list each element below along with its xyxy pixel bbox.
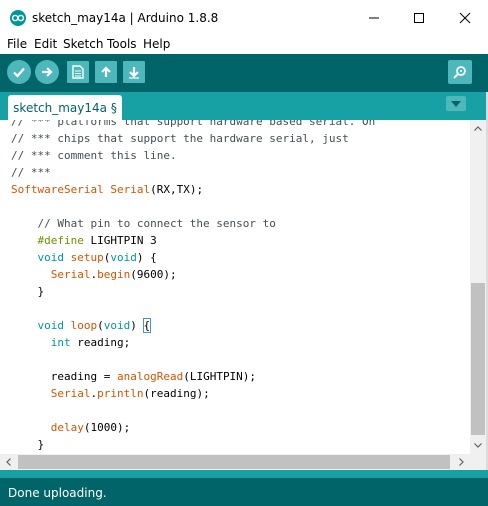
vertical-scroll-thumb[interactable] xyxy=(471,283,485,435)
upload-button[interactable] xyxy=(35,60,59,84)
save-icon xyxy=(129,67,139,79)
vertical-scrollbar[interactable] xyxy=(470,120,486,454)
scroll-corner xyxy=(470,454,486,470)
scroll-left-button[interactable] xyxy=(0,454,17,470)
close-icon xyxy=(459,12,471,23)
open-button[interactable] xyxy=(95,61,117,83)
code-line: // *** comment this line. xyxy=(11,149,177,162)
toolbar xyxy=(0,54,488,92)
maximize-button[interactable] xyxy=(396,0,442,35)
tab-menu-button[interactable] xyxy=(446,96,466,111)
status-message: Done uploading. xyxy=(8,486,107,500)
chevron-down-icon xyxy=(451,100,461,107)
tab-bar: sketch_may14a § xyxy=(0,92,488,120)
menu-tools[interactable]: Tools xyxy=(107,37,137,52)
arduino-logo-icon xyxy=(10,10,26,26)
code-line: // *** xyxy=(11,166,51,179)
menu-sketch[interactable]: Sketch xyxy=(63,37,103,52)
scroll-right-button[interactable] xyxy=(453,454,470,470)
status-divider xyxy=(0,470,488,478)
window-title: sketch_may14a | Arduino 1.8.8 xyxy=(32,11,219,25)
upload-icon xyxy=(42,67,53,77)
code-line: // *** platforms that support hardware b… xyxy=(11,120,376,128)
chevron-up-icon xyxy=(474,126,482,131)
chevron-down-icon xyxy=(474,443,482,448)
code-line: Serial.println(reading); xyxy=(50,387,210,400)
code-line: reading = analogRead(LIGHTPIN); xyxy=(11,370,257,383)
maximize-icon xyxy=(414,12,424,23)
save-button[interactable] xyxy=(123,61,145,83)
menu-edit[interactable]: Edit xyxy=(34,37,57,52)
code-line: } xyxy=(11,285,45,298)
code-line: void loop(void) { xyxy=(37,318,152,333)
close-button[interactable] xyxy=(442,0,488,35)
minimize-icon xyxy=(369,17,379,18)
horizontal-scrollbar[interactable] xyxy=(0,454,470,470)
code-line: #define LIGHTPIN 3 xyxy=(37,234,157,247)
tab-sketch[interactable]: sketch_may14a § xyxy=(8,95,122,120)
code-line: } xyxy=(11,438,45,451)
code-line: void setup(void) { xyxy=(37,251,157,264)
menu-bar: File Edit Sketch Tools Help xyxy=(0,35,488,54)
code-line: Serial.begin(9600); xyxy=(50,268,177,281)
menu-file[interactable]: File xyxy=(7,37,27,52)
minimize-button[interactable] xyxy=(351,0,397,35)
scroll-down-button[interactable] xyxy=(470,437,486,454)
new-icon xyxy=(72,65,84,79)
chevron-right-icon xyxy=(459,458,464,466)
code-line: SoftwareSerial Serial(RX,TX); xyxy=(11,183,204,196)
code-line: // *** chips that support the hardware s… xyxy=(11,132,349,145)
code-editor[interactable]: // *** platforms that support hardware b… xyxy=(0,120,470,454)
open-icon xyxy=(101,66,111,77)
verify-button[interactable] xyxy=(7,60,31,84)
scroll-up-button[interactable] xyxy=(470,120,486,137)
menu-help[interactable]: Help xyxy=(143,37,170,52)
serial-monitor-icon xyxy=(453,66,466,79)
chevron-left-icon xyxy=(6,458,11,466)
verify-icon xyxy=(13,67,25,78)
horizontal-scroll-thumb[interactable] xyxy=(18,455,450,469)
code-line: delay(1000); xyxy=(50,421,131,434)
serial-monitor-button[interactable] xyxy=(448,60,472,84)
code-line: // What pin to connect the sensor to xyxy=(11,217,276,230)
code-line: int reading; xyxy=(50,336,131,349)
new-button[interactable] xyxy=(67,61,89,83)
code-text: // *** platforms that support hardware b… xyxy=(11,120,375,453)
